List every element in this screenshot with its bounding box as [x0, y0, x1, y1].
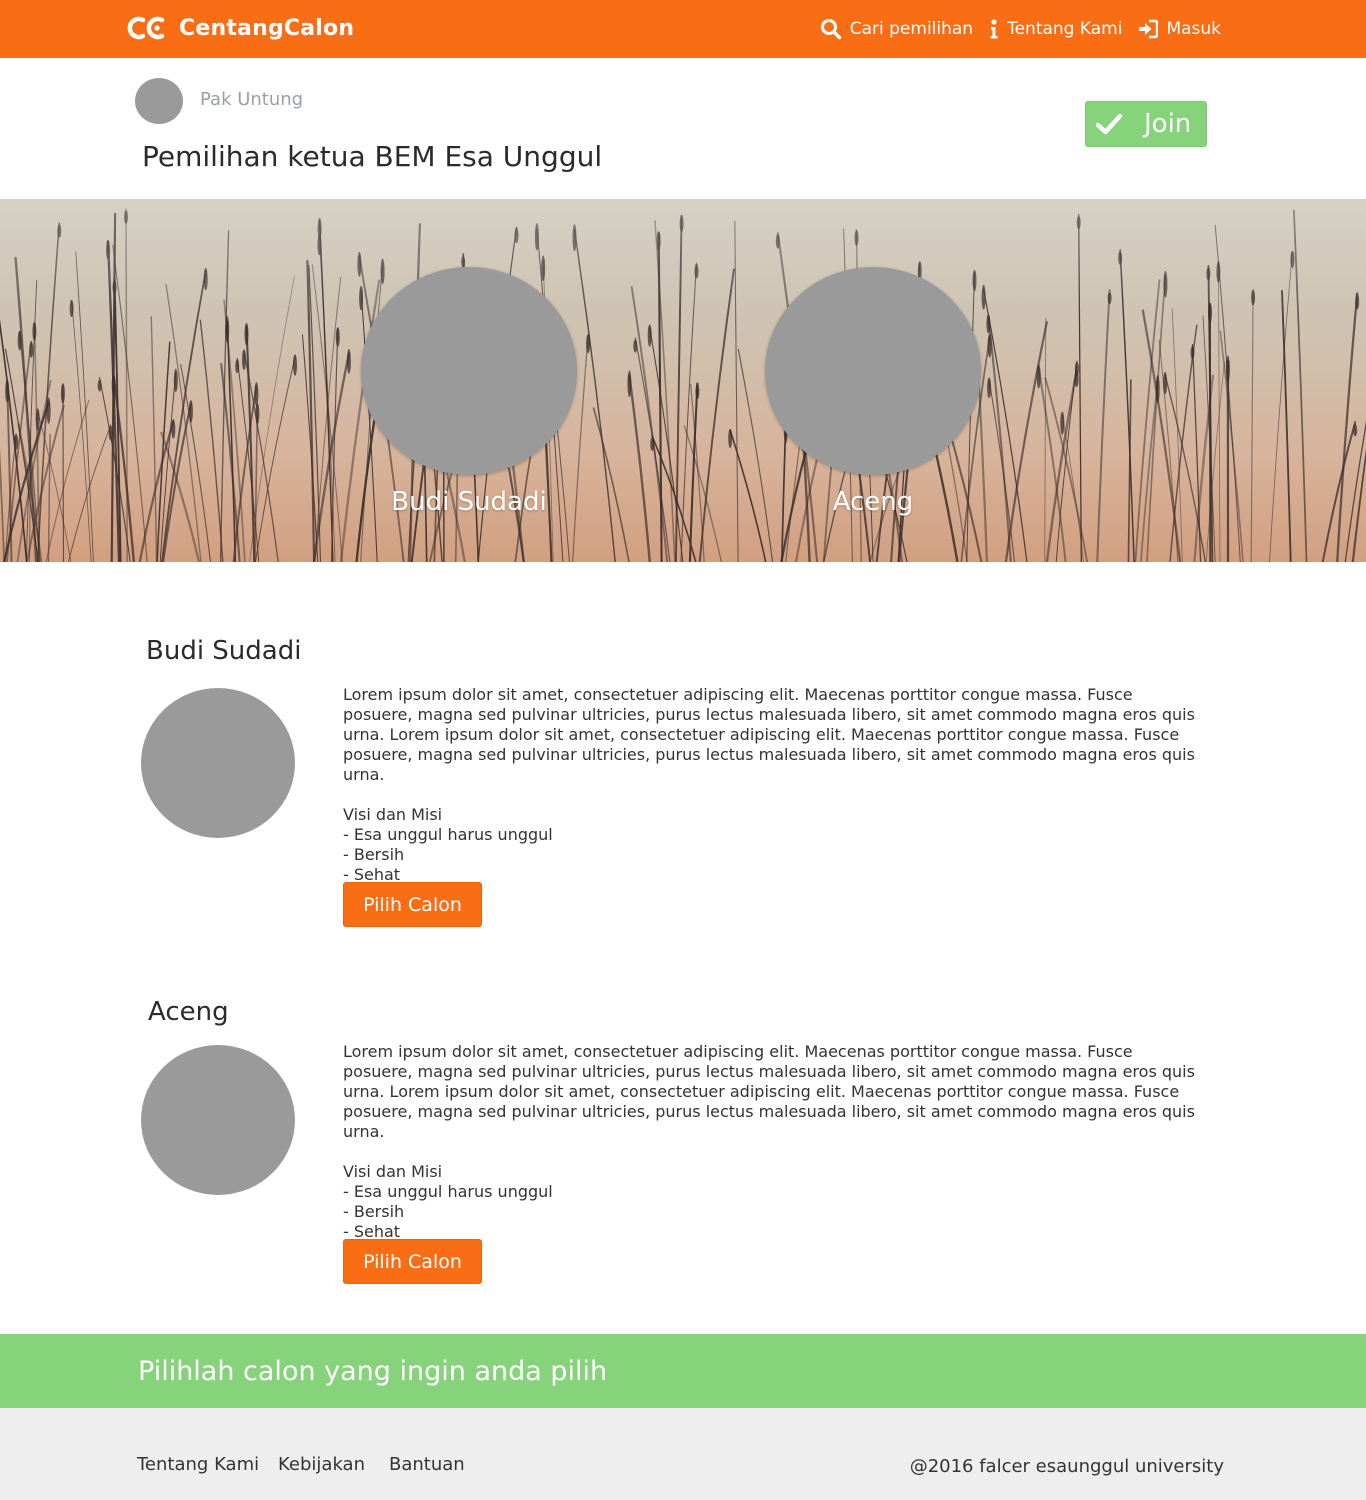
- nav-item-about[interactable]: Tentang Kami: [989, 19, 1122, 39]
- candidate-name: Aceng: [148, 997, 229, 1027]
- hero-candidate: Aceng: [765, 267, 981, 517]
- hero-candidate-avatar[interactable]: [361, 267, 577, 475]
- footer: Tentang Kami Kebijakan Bantuan @2016 fal…: [0, 1408, 1366, 1500]
- hero-candidate-name: Aceng: [832, 487, 914, 517]
- info-icon: [990, 19, 998, 39]
- brand-link[interactable]: CentangCalon: [127, 12, 354, 44]
- nav-menu: Cari pemilihan Tentang Kami Masuk: [804, 14, 1221, 44]
- vision-title: Visi dan Misi: [343, 805, 443, 824]
- pilih-calon-button[interactable]: Pilih Calon: [343, 1239, 482, 1284]
- footer-link-help[interactable]: Bantuan: [389, 1454, 465, 1475]
- hero-banner: Budi Sudadi Aceng: [0, 199, 1366, 562]
- nav-item-login[interactable]: Masuk: [1138, 19, 1221, 39]
- hero-candidate: Budi Sudadi: [361, 267, 577, 517]
- vision-item: - Bersih: [343, 1202, 405, 1221]
- copyright-text: @2016 falcer esaunggul university: [909, 1456, 1224, 1477]
- nav-item-label: Masuk: [1166, 19, 1221, 39]
- search-icon: [820, 19, 841, 40]
- footer-link-about[interactable]: Tentang Kami: [137, 1454, 259, 1475]
- candidate-avatar: [141, 1045, 295, 1195]
- check-icon: [1096, 113, 1122, 135]
- join-button[interactable]: Join: [1085, 101, 1207, 147]
- page-title: Pemilihan ketua BEM Esa Unggul: [142, 140, 603, 173]
- vision-item: - Bersih: [343, 845, 405, 864]
- banner-text: Pilihlah calon yang ingin anda pilih: [138, 1356, 608, 1387]
- grass-background-image: [0, 199, 1366, 562]
- candidate-description: Lorem ipsum dolor sit amet, consectetuer…: [343, 685, 1195, 784]
- nav-item-label: Cari pemilihan: [849, 19, 974, 39]
- vision-item: - Esa unggul harus unggul: [343, 1182, 553, 1201]
- vision-item: - Esa unggul harus unggul: [343, 825, 553, 844]
- candidate-description-block: Lorem ipsum dolor sit amet, consectetuer…: [343, 685, 1203, 885]
- nav-item-search[interactable]: Cari pemilihan: [820, 18, 973, 40]
- brand-name: CentangCalon: [179, 15, 355, 41]
- call-to-action-banner: Pilihlah calon yang ingin anda pilih: [0, 1334, 1366, 1408]
- candidate-name: Budi Sudadi: [146, 636, 302, 666]
- join-label: Join: [1144, 109, 1192, 139]
- nav-item-label: Tentang Kami: [1007, 19, 1123, 39]
- footer-link-policy[interactable]: Kebijakan: [278, 1454, 365, 1475]
- candidate-avatar: [141, 688, 295, 838]
- hero-candidate-name: Budi Sudadi: [391, 487, 547, 517]
- pilih-calon-button[interactable]: Pilih Calon: [343, 882, 482, 927]
- sign-in-icon: [1139, 19, 1159, 39]
- logo-icon: [127, 16, 165, 40]
- candidate-description: Lorem ipsum dolor sit amet, consectetuer…: [343, 1042, 1195, 1141]
- navbar: CentangCalon Cari pemilihan Tentang Kami…: [0, 0, 1366, 58]
- owner-name[interactable]: Pak Untung: [200, 89, 303, 110]
- owner-avatar[interactable]: [135, 78, 183, 124]
- vision-title: Visi dan Misi: [343, 1162, 443, 1181]
- candidate-description-block: Lorem ipsum dolor sit amet, consectetuer…: [343, 1042, 1203, 1242]
- hero-candidate-avatar[interactable]: [765, 267, 981, 475]
